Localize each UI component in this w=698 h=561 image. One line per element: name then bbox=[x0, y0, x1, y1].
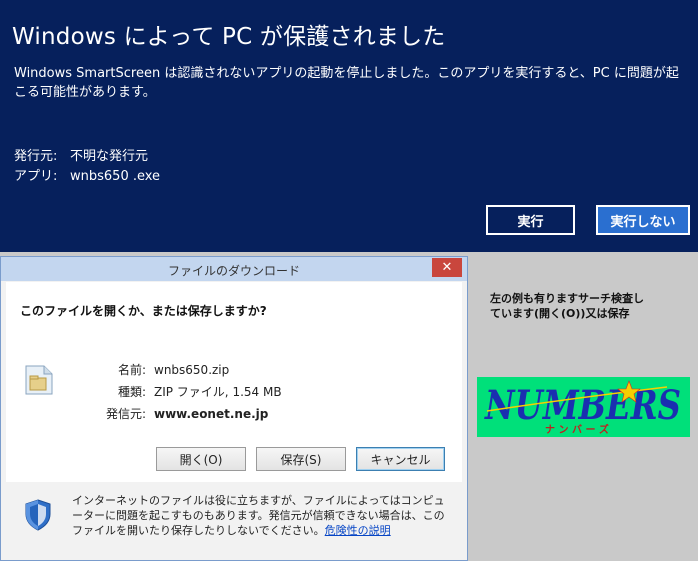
name-value: wnbs650.zip bbox=[154, 363, 230, 377]
numbers-logo: NUMBERS ナ ン バ ー ズ bbox=[477, 377, 690, 437]
numbers-logo-art: NUMBERS ナ ン バ ー ズ bbox=[483, 380, 681, 436]
file-details: 名前: wnbs650.zip 種類: ZIP ファイル, 1.54 MB 発信… bbox=[96, 359, 282, 425]
cancel-button[interactable]: キャンセル bbox=[356, 447, 445, 471]
close-icon: ✕ bbox=[441, 260, 453, 275]
type-value: ZIP ファイル, 1.54 MB bbox=[154, 385, 282, 399]
smartscreen-banner: Windows によって PC が保護されました Windows SmartSc… bbox=[0, 0, 698, 252]
smartscreen-title: Windows によって PC が保護されました bbox=[12, 24, 446, 50]
type-label: 種類: bbox=[117, 385, 146, 399]
from-label: 発信元: bbox=[105, 407, 146, 421]
run-button[interactable]: 実行 bbox=[486, 205, 575, 235]
side-note-line2: ています(開く(O))又は保存 bbox=[490, 307, 630, 320]
dialog-titlebar[interactable]: ファイルのダウンロード ✕ bbox=[1, 257, 467, 281]
publisher-label: 発行元: bbox=[14, 149, 58, 164]
side-note-line1: 左の例も有りますサーチ検査し bbox=[490, 292, 644, 305]
dialog-question: このファイルを開くか、または保存しますか? bbox=[20, 304, 267, 318]
zip-file-icon bbox=[25, 365, 53, 395]
security-warning: インターネットのファイルは役に立ちますが、ファイルによってはコンピューターに問題… bbox=[72, 493, 454, 538]
smartscreen-message: Windows SmartScreen は認識されないアプリの起動を停止しました… bbox=[14, 66, 679, 100]
app-value: wnbs650 .exe bbox=[70, 169, 161, 184]
publisher-value: 不明な発行元 bbox=[70, 149, 149, 164]
logo-sub-text: ナ ン バ ー ズ bbox=[545, 423, 609, 436]
dialog-body: このファイルを開くか、または保存しますか? 名前: wnbs650.zip 種類… bbox=[6, 282, 462, 482]
dialog-title: ファイルのダウンロード bbox=[167, 264, 300, 278]
dont-run-button[interactable]: 実行しない bbox=[596, 205, 690, 235]
side-note: 左の例も有りますサーチ検査し ています(開く(O))又は保存 bbox=[490, 291, 695, 321]
smartscreen-info: 発行元: 不明な発行元 アプリ: wnbs650 .exe bbox=[14, 147, 160, 187]
name-label: 名前: bbox=[117, 363, 146, 377]
file-download-dialog: ファイルのダウンロード ✕ このファイルを開くか、または保存しますか? 名前: … bbox=[0, 256, 468, 561]
save-button[interactable]: 保存(S) bbox=[256, 447, 346, 471]
danger-explanation-link[interactable]: 危険性の説明 bbox=[325, 524, 391, 537]
security-shield-icon bbox=[25, 499, 51, 531]
dialog-footer: インターネットのファイルは役に立ちますが、ファイルによってはコンピューターに問題… bbox=[6, 485, 462, 557]
close-button[interactable]: ✕ bbox=[432, 258, 462, 277]
open-button[interactable]: 開く(O) bbox=[156, 447, 246, 471]
app-label: アプリ: bbox=[14, 169, 58, 184]
from-value: www.eonet.ne.jp bbox=[154, 407, 269, 421]
